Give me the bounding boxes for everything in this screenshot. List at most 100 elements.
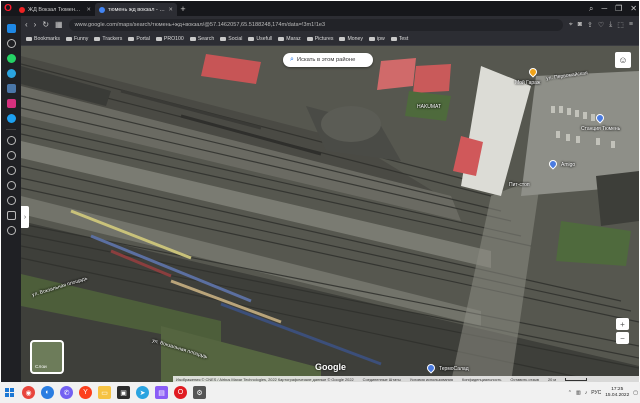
zoom-out-icon[interactable]: − xyxy=(616,332,629,344)
sidebar-divider xyxy=(6,129,16,130)
clock-icon[interactable] xyxy=(6,136,16,145)
layers-label: Слои xyxy=(35,365,47,370)
street-view-pegman-icon[interactable]: ☺ xyxy=(615,52,631,68)
extensions-icon[interactable]: ⬚ xyxy=(617,21,624,29)
browser-sidebar xyxy=(1,16,21,382)
tab-zhd-vokzal[interactable]: ЖД Вокзал Тюмени - ЯТю ✕ xyxy=(15,3,95,16)
tool-icon[interactable]: ⚙ xyxy=(193,386,206,399)
yandex-icon[interactable]: Y xyxy=(79,386,92,399)
satellite-map[interactable]: ⌕ Искать в этом районе ☺ › ул. Первомайс… xyxy=(21,46,639,382)
map-label-place[interactable]: Amigo xyxy=(561,162,575,168)
folder-icon xyxy=(390,37,397,41)
speed-dial-icon[interactable] xyxy=(6,24,16,33)
map-label-place[interactable]: Пит-стоп xyxy=(509,182,530,188)
close-window-icon[interactable]: ✕ xyxy=(630,4,637,13)
cube-icon[interactable] xyxy=(6,211,16,220)
instagram-icon[interactable] xyxy=(6,99,16,108)
windows-logo-icon xyxy=(5,388,14,397)
bookmark-item[interactable]: Maraz xyxy=(278,36,301,42)
telegram-icon[interactable] xyxy=(6,69,16,78)
bookmark-item[interactable]: Money xyxy=(339,36,363,42)
back-icon[interactable]: ‹ xyxy=(25,20,28,29)
camera-icon[interactable]: ◙ xyxy=(578,21,582,29)
folder-icon xyxy=(94,37,101,41)
bookmark-item[interactable]: Usefull xyxy=(248,36,272,42)
map-label-place[interactable]: Мой Гараж xyxy=(515,80,540,86)
pin-icon[interactable]: ⌖ xyxy=(569,21,573,29)
bookmark-item[interactable]: Bookmarks xyxy=(26,36,60,42)
bookmark-item[interactable]: Test xyxy=(390,36,408,42)
maximize-icon[interactable]: ❐ xyxy=(615,4,622,13)
folder-icon xyxy=(248,37,255,41)
home-icon[interactable] xyxy=(6,39,16,48)
search-this-area-button[interactable]: ⌕ Искать в этом районе xyxy=(283,53,373,67)
folder-icon xyxy=(306,37,313,41)
bookmark-item[interactable]: Portal xyxy=(128,36,150,42)
chrome-icon[interactable]: ◉ xyxy=(22,386,35,399)
whatsapp-icon[interactable] xyxy=(6,54,16,63)
bookmark-item[interactable]: ipw xyxy=(369,36,385,42)
downloads-icon[interactable] xyxy=(6,196,16,205)
history-icon[interactable] xyxy=(6,181,16,190)
search-tabs-icon[interactable]: ⌕ xyxy=(589,4,593,14)
map-label-place[interactable]: ТермоСалад xyxy=(439,366,469,372)
zoom-controls: + − xyxy=(616,318,629,344)
twitter-icon[interactable] xyxy=(6,114,16,123)
volume-icon[interactable]: ♪ xyxy=(585,390,588,396)
tray-apps-icon[interactable]: ⌃ xyxy=(568,390,572,396)
map-label-station[interactable]: Станция Тюмень xyxy=(581,126,620,132)
notifications-icon[interactable]: ▢ xyxy=(633,390,638,396)
start-button[interactable] xyxy=(3,386,16,399)
minimize-icon[interactable]: ─ xyxy=(601,4,607,13)
browser-icon[interactable]: ◐ xyxy=(41,386,54,399)
collapse-panel-icon[interactable]: › xyxy=(21,206,29,228)
folder-icon xyxy=(128,37,135,41)
folder-icon xyxy=(220,37,227,41)
telegram-taskbar-icon[interactable]: ➤ xyxy=(136,386,149,399)
bookmark-item[interactable]: PRO100 xyxy=(155,36,184,42)
url-field[interactable]: www.google.com/maps/search/тюмень+жд+вок… xyxy=(68,18,563,31)
language-indicator[interactable]: РУС xyxy=(591,390,601,396)
tab-google-maps[interactable]: тюмень жд вокзал - Goo ✕ xyxy=(95,3,177,16)
folder-icon xyxy=(65,37,72,41)
share-icon[interactable]: ⇪ xyxy=(587,21,593,29)
clock-date: 15.04.2022 xyxy=(605,392,630,398)
bookmarks-bar: Bookmarks Funny Trackers Portal PRO100 S… xyxy=(21,33,639,46)
bookmark-item[interactable]: Social xyxy=(220,36,242,42)
bookmark-item[interactable]: Trackers xyxy=(94,36,122,42)
menu-icon[interactable]: ≡ xyxy=(629,21,633,29)
bookmark-item[interactable]: Pictures xyxy=(306,36,333,42)
settings-icon[interactable] xyxy=(6,226,16,235)
tab-close-icon[interactable]: ✕ xyxy=(86,7,91,13)
network-icon[interactable]: ▥ xyxy=(576,390,581,396)
opera-taskbar-icon[interactable]: O xyxy=(174,386,187,399)
heart-icon[interactable] xyxy=(6,166,16,175)
address-toolbar: ‹ › ↻ ▦ www.google.com/maps/search/тюмен… xyxy=(21,16,639,33)
tab-favicon-icon xyxy=(99,6,105,13)
bookmark-item[interactable]: Search xyxy=(189,36,214,42)
download-icon[interactable]: ⤓ xyxy=(609,21,612,29)
search-icon: ⌕ xyxy=(290,56,294,63)
photos-icon[interactable]: ▤ xyxy=(155,386,168,399)
opera-menu-icon[interactable]: O xyxy=(1,1,15,16)
folder-icon xyxy=(26,37,32,41)
layers-toggle-button[interactable]: Слои xyxy=(30,340,64,374)
new-tab-icon[interactable]: + xyxy=(177,4,189,14)
clock[interactable]: 17:25 15.04.2022 xyxy=(605,387,629,399)
gauge-icon[interactable] xyxy=(6,151,16,160)
reload-icon[interactable]: ↻ xyxy=(42,20,49,29)
app-icon-dark[interactable]: ▣ xyxy=(117,386,130,399)
heart-bookmark-icon[interactable]: ♡ xyxy=(598,21,604,29)
map-label-place[interactable]: HAKUMAT xyxy=(417,104,441,110)
folder-icon xyxy=(339,37,346,41)
viber-icon[interactable]: ✆ xyxy=(60,386,73,399)
forward-icon[interactable]: › xyxy=(34,20,37,29)
tiles-icon[interactable]: ▦ xyxy=(55,20,63,29)
vk-icon[interactable] xyxy=(6,84,16,93)
tab-close-icon[interactable]: ✕ xyxy=(168,7,173,13)
tab-strip: O ЖД Вокзал Тюмени - ЯТю ✕ тюмень жд вок… xyxy=(1,1,639,16)
explorer-icon[interactable]: ▭ xyxy=(98,386,111,399)
zoom-in-icon[interactable]: + xyxy=(616,318,629,330)
windows-taskbar: ◉ ◐ ✆ Y ▭ ▣ ➤ ▤ O ⚙ ⌃ ▥ ♪ РУС 17:25 15.0… xyxy=(0,382,640,403)
bookmark-item[interactable]: Funny xyxy=(65,36,88,42)
